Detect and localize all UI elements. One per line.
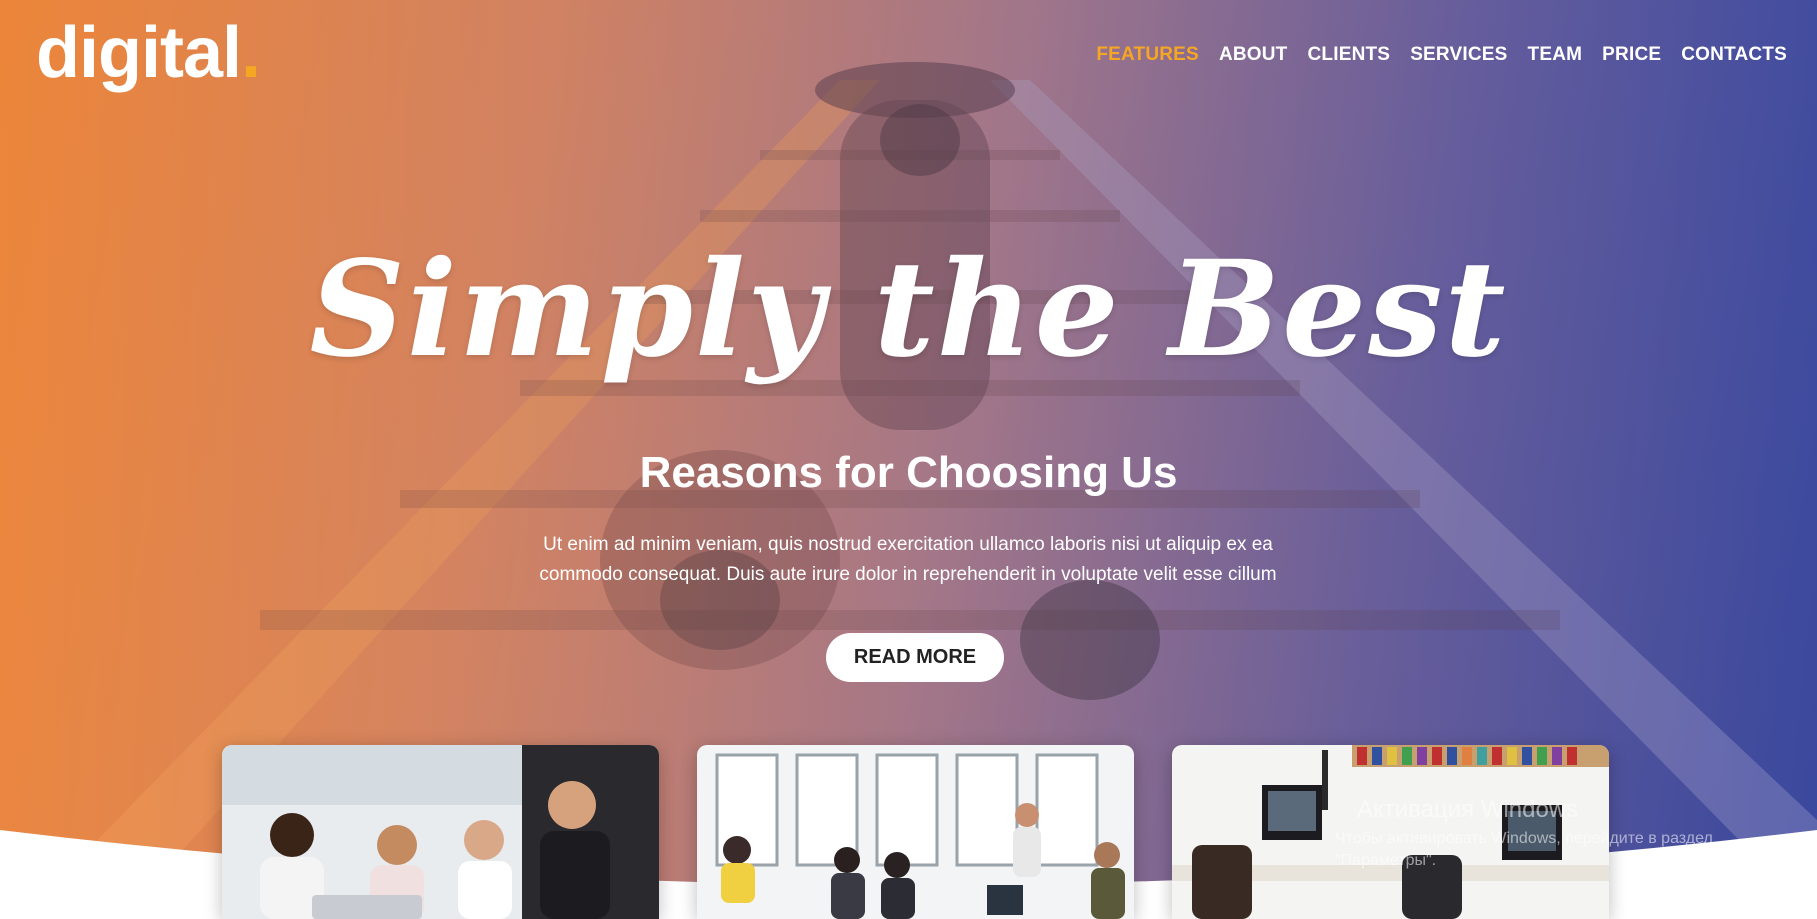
windows-activation-watermark: Активация Windows Чтобы активировать Win… [1335, 796, 1805, 872]
watermark-title: Активация Windows [1357, 796, 1579, 823]
nav-item-features[interactable]: FEATURES [1096, 44, 1199, 66]
site-logo[interactable]: digital. [36, 12, 261, 94]
hero-description-line: commodo consequat. Duis aute irure dolor… [539, 564, 1277, 585]
feature-card-office-photo[interactable] [697, 745, 1134, 919]
nav-item-team[interactable]: TEAM [1528, 44, 1583, 66]
logo-text: digital [36, 13, 242, 93]
team-meeting-photo [222, 745, 659, 919]
nav-item-about[interactable]: ABOUT [1219, 44, 1288, 66]
open-office-photo [697, 745, 1134, 919]
feature-card-team-photo[interactable] [222, 745, 659, 919]
nav-item-contacts[interactable]: CONTACTS [1681, 44, 1787, 66]
logo-dot: . [241, 13, 261, 93]
nav-item-clients[interactable]: CLIENTS [1308, 44, 1391, 66]
main-nav: FEATURES ABOUT CLIENTS SERVICES TEAM PRI… [1096, 44, 1787, 66]
hero-description: Ut enim ad minim veniam, quis nostrud ex… [508, 530, 1308, 590]
watermark-subtitle: Чтобы активировать Windows, перейдите в … [1335, 830, 1713, 869]
hero-subtitle: Reasons for Choosing Us [639, 448, 1178, 497]
hero-description-line: Ut enim ad minim veniam, quis nostrud ex… [543, 534, 1273, 555]
read-more-button[interactable]: READ MORE [826, 633, 1004, 682]
nav-item-services[interactable]: SERVICES [1410, 44, 1507, 66]
hero-script-title: Simply the Best [309, 232, 1508, 387]
nav-item-price[interactable]: PRICE [1602, 44, 1661, 66]
